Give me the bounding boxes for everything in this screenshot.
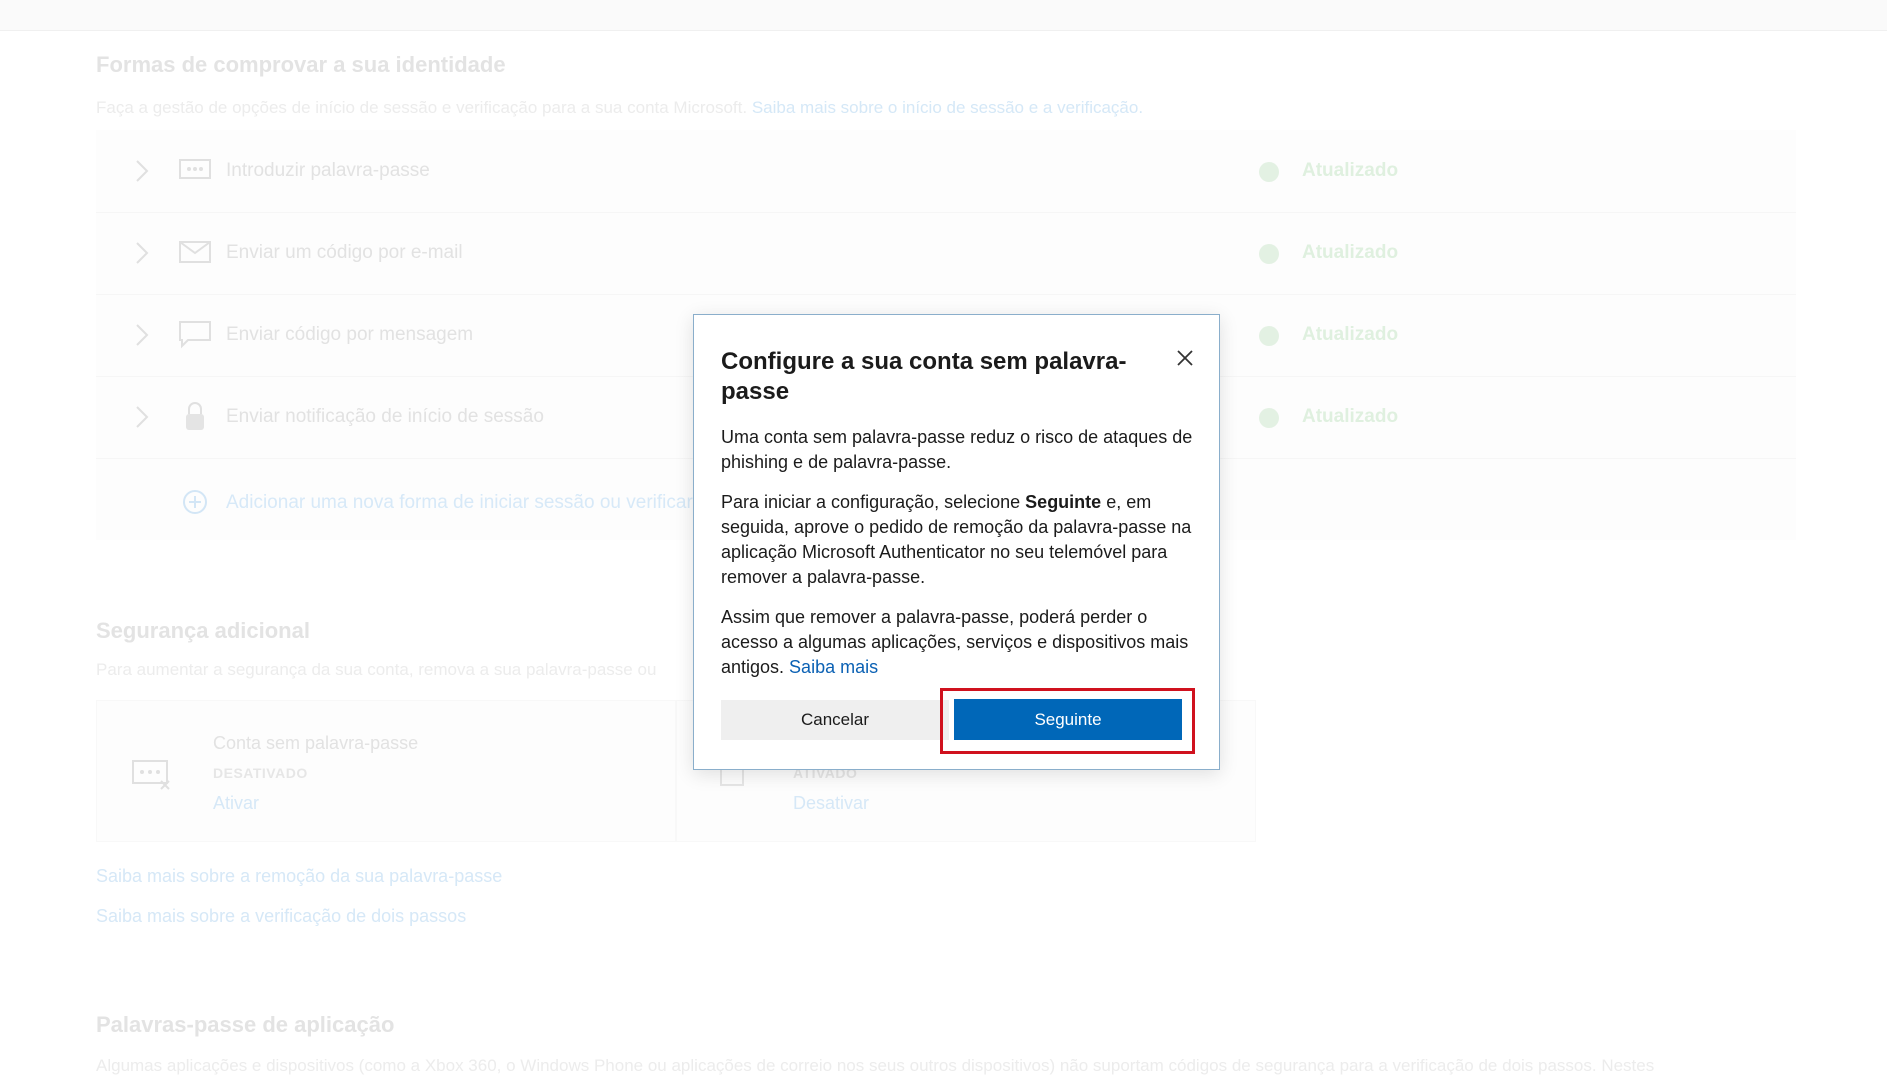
identity-desc-link[interactable]: Saiba mais sobre o início de sessão e a … bbox=[752, 98, 1143, 117]
card-title: Conta sem palavra-passe bbox=[213, 733, 419, 753]
learn-more-link[interactable]: Saiba mais bbox=[789, 657, 878, 677]
method-status: Atualizado bbox=[1302, 160, 1399, 181]
chevron-right-icon[interactable] bbox=[134, 404, 150, 430]
method-status: Atualizado bbox=[1302, 324, 1399, 345]
message-icon bbox=[179, 321, 211, 349]
security-section-title: Segurança adicional bbox=[96, 618, 310, 643]
method-label: Enviar um código por e-mail bbox=[226, 242, 463, 263]
add-icon[interactable] bbox=[182, 489, 208, 515]
card-action-link[interactable]: Desativar bbox=[793, 793, 869, 814]
password-icon bbox=[179, 159, 211, 179]
dialog-paragraph-3: Assim que remover a palavra-passe, poder… bbox=[721, 605, 1196, 680]
security-section-desc: Para aumentar a segurança da sua conta, … bbox=[96, 660, 657, 679]
identity-section-desc: Faça a gestão de opções de início de ses… bbox=[96, 98, 1143, 118]
method-row[interactable]: Enviar um código por e-mail Atualizado bbox=[96, 212, 1796, 295]
chevron-right-icon[interactable] bbox=[134, 322, 150, 348]
identity-desc-text: Faça a gestão de opções de início de ses… bbox=[96, 98, 748, 117]
dialog-p2-before: Para iniciar a configuração, selecione bbox=[721, 492, 1026, 512]
next-button[interactable]: Seguinte bbox=[954, 699, 1182, 740]
learn-remove-password-link[interactable]: Saiba mais sobre a remoção da sua palavr… bbox=[96, 866, 502, 887]
dialog-paragraph-1: Uma conta sem palavra-passe reduz o risc… bbox=[721, 427, 1193, 472]
app-passwords-title: Palavras-passe de aplicação bbox=[96, 1012, 395, 1037]
app-passwords-desc: Algumas aplicações e dispositivos (como … bbox=[96, 1056, 1655, 1075]
method-status: Atualizado bbox=[1302, 406, 1399, 427]
dialog-body: Uma conta sem palavra-passe reduz o risc… bbox=[721, 425, 1196, 695]
card-state: DESATIVADO bbox=[213, 765, 308, 781]
method-label: Enviar código por mensagem bbox=[226, 324, 474, 345]
mail-icon bbox=[179, 241, 211, 263]
check-icon bbox=[1259, 162, 1279, 182]
add-method-link[interactable]: Adicionar uma nova forma de iniciar sess… bbox=[226, 492, 693, 514]
chevron-right-icon[interactable] bbox=[134, 240, 150, 266]
passwordless-icon bbox=[132, 760, 170, 790]
check-icon bbox=[1259, 326, 1279, 346]
check-icon bbox=[1259, 408, 1279, 428]
chevron-right-icon[interactable] bbox=[134, 158, 150, 184]
passwordless-card: Conta sem palavra-passe DESATIVADO Ativa… bbox=[96, 700, 676, 842]
lock-icon bbox=[186, 402, 204, 430]
passwordless-dialog: Configure a sua conta sem palavra-passe … bbox=[693, 314, 1220, 770]
method-row[interactable]: Introduzir palavra-passe Atualizado bbox=[96, 130, 1796, 213]
method-status: Atualizado bbox=[1302, 242, 1399, 263]
dialog-p2-bold: Seguinte bbox=[1025, 492, 1102, 512]
cancel-button[interactable]: Cancelar bbox=[721, 700, 949, 740]
method-label: Enviar notificação de início de sessão bbox=[226, 406, 544, 427]
dialog-paragraph-2: Para iniciar a configuração, selecione S… bbox=[721, 490, 1196, 590]
page: Formas de comprovar a sua identidade Faç… bbox=[0, 0, 1887, 1080]
dialog-title: Configure a sua conta sem palavra-passe bbox=[721, 348, 1127, 405]
check-icon bbox=[1259, 244, 1279, 264]
identity-section-title: Formas de comprovar a sua identidade bbox=[96, 52, 506, 77]
learn-two-step-link[interactable]: Saiba mais sobre a verificação de dois p… bbox=[96, 906, 466, 927]
card-action-link[interactable]: Ativar bbox=[213, 793, 259, 814]
method-label: Introduzir palavra-passe bbox=[226, 160, 430, 181]
close-icon[interactable] bbox=[1170, 343, 1200, 373]
